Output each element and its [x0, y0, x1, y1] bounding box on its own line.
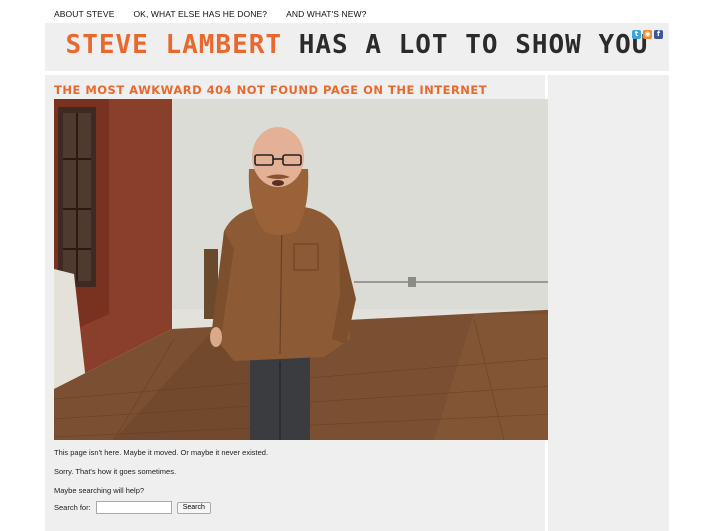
social-links: t ◉ f [632, 30, 663, 39]
search-input[interactable] [95, 501, 172, 514]
main-content: THE MOST AWKWARD 404 NOT FOUND PAGE ON T… [45, 75, 661, 531]
site-title[interactable]: STEVE LAMBERT HAS A LOT TO SHOW YOU [45, 30, 669, 60]
nav-about-steve[interactable]: ABOUT STEVE [54, 9, 114, 19]
nav-what-else[interactable]: OK, WHAT ELSE HAS HE DONE? [133, 9, 267, 19]
sidebar [548, 75, 669, 531]
top-navigation: ABOUT STEVE OK, WHAT ELSE HAS HE DONE? A… [54, 9, 367, 19]
search-form: Search for: Search [54, 501, 211, 514]
site-title-tagline: HAS A LOT TO SHOW YOU [298, 30, 649, 60]
error-message-3: Maybe searching will help? [54, 486, 145, 495]
page-title: THE MOST AWKWARD 404 NOT FOUND PAGE ON T… [54, 83, 488, 97]
nav-whats-new[interactable]: AND WHAT'S NEW? [286, 9, 366, 19]
rss-icon[interactable]: ◉ [643, 30, 652, 39]
error-message-1: This page isn't here. Maybe it moved. Or… [54, 448, 269, 457]
twitter-icon[interactable]: t [632, 30, 641, 39]
site-title-name: STEVE LAMBERT [65, 30, 283, 60]
site-banner: STEVE LAMBERT HAS A LOT TO SHOW YOU t ◉ … [45, 23, 669, 71]
facebook-icon[interactable]: f [654, 30, 663, 39]
search-label: Search for: [54, 503, 91, 512]
error-message-2: Sorry. That's how it goes sometimes. [54, 467, 177, 476]
search-button[interactable]: Search [176, 501, 211, 514]
